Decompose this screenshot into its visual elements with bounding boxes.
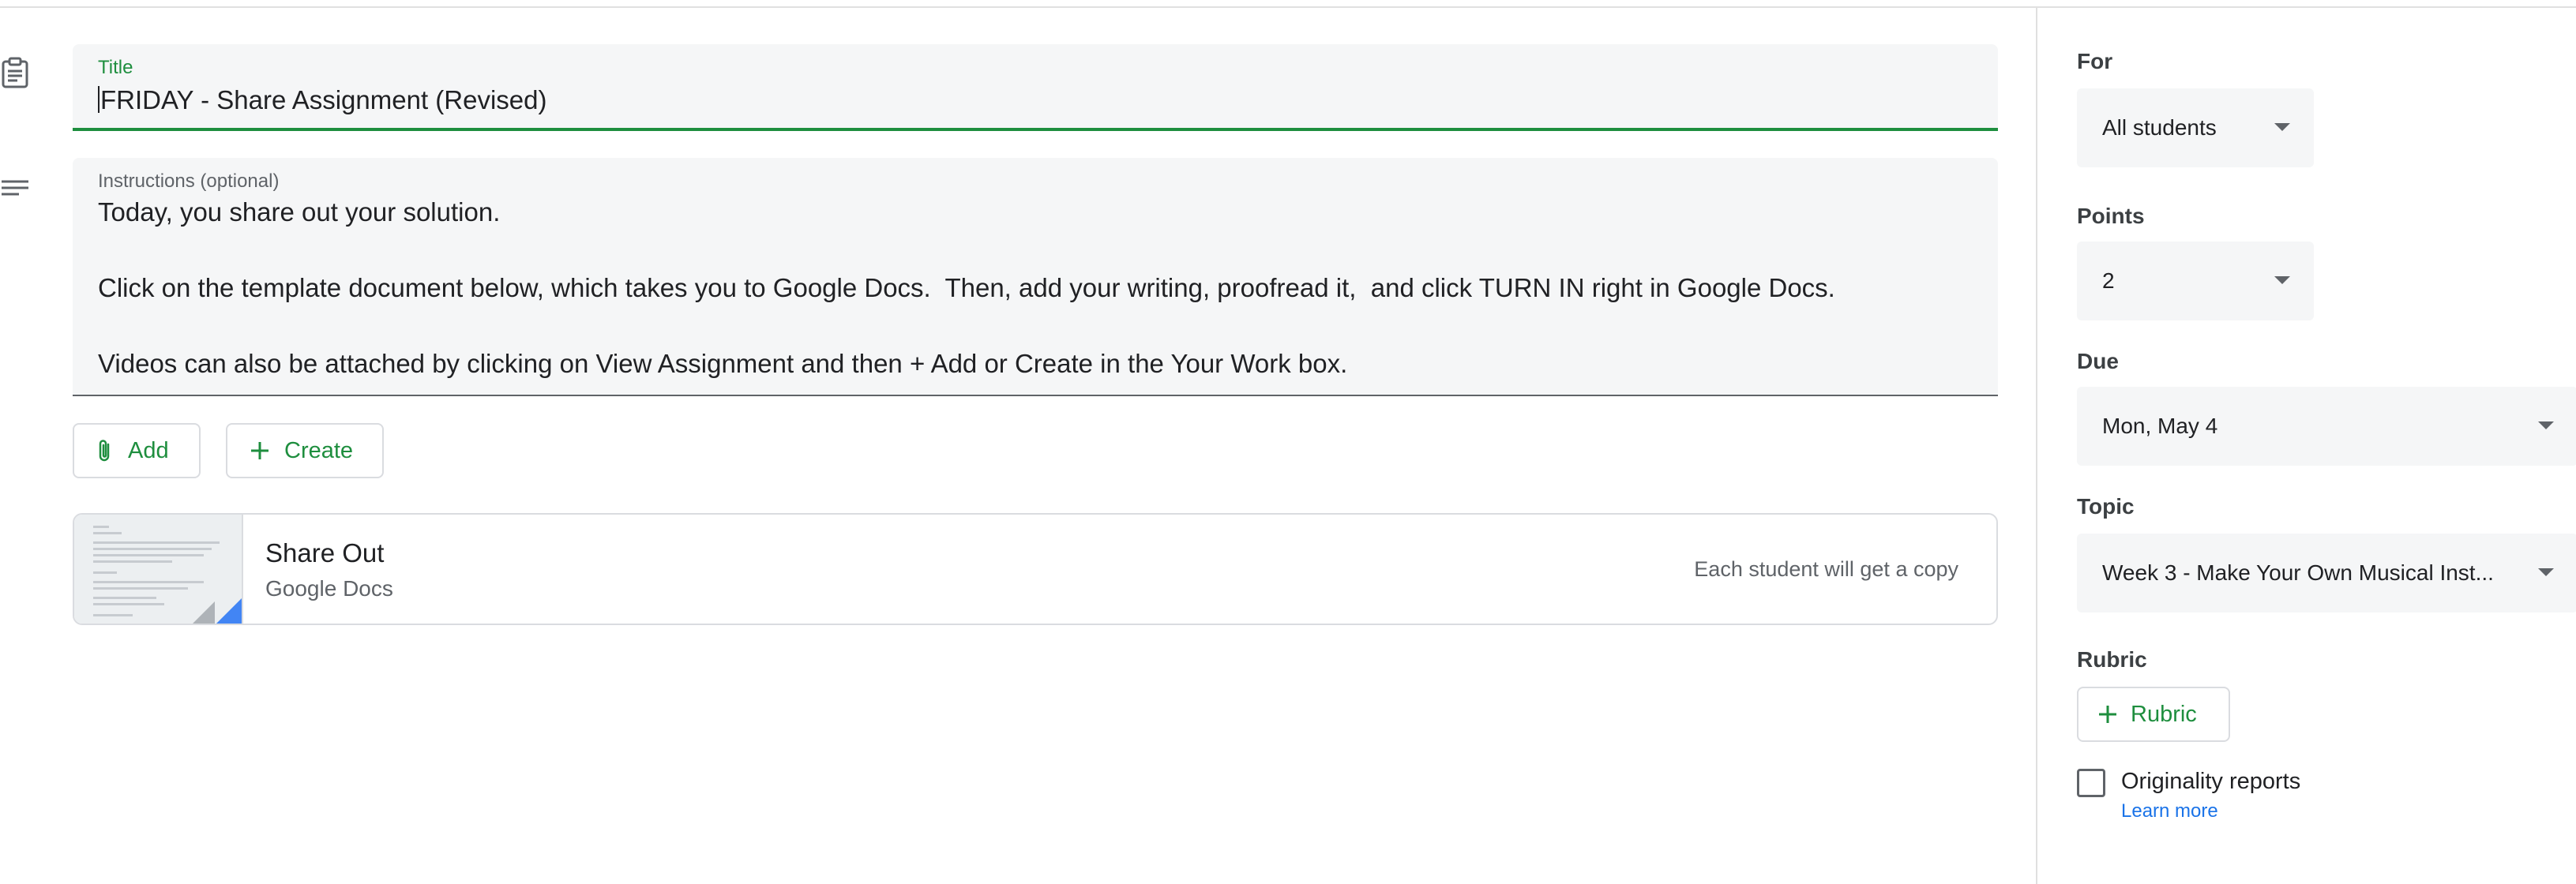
add-rubric-button[interactable]: Rubric [2077,687,2230,742]
add-button[interactable]: Add [73,423,201,478]
dropdown-arrow-icon [2538,568,2554,576]
settings-panel: For All students Points 2 Due Mon, May 4… [2036,6,2576,884]
add-button-label: Add [128,437,169,463]
title-field[interactable]: Title FRIDAY - Share Assignment (Revised… [73,44,1998,131]
due-label: Due [2077,349,2119,373]
instructions-line: Videos can also be attached by clicking … [98,349,1348,378]
dropdown-arrow-icon [2538,421,2554,429]
originality-label: Originality reports [2121,769,2301,794]
assignment-icon [2,57,28,88]
attachment-title[interactable]: Share Out [265,538,384,568]
attachment-copy-option[interactable]: Each student will get a copy [1694,557,1958,582]
dropdown-arrow-icon [2274,123,2290,131]
points-label: Points [2077,204,2145,228]
topic-label: Topic [2077,494,2135,519]
title-label: Title [98,57,133,78]
doc-corner-icon [193,598,242,624]
points-value: 2 [2102,268,2115,293]
for-value: All students [2102,115,2217,140]
plus-icon [2099,706,2116,723]
learn-more-link[interactable]: Learn more [2121,800,2218,822]
instructions-field[interactable]: Instructions (optional) Today, you share… [73,158,1998,396]
attachment-card[interactable]: Share Out Google Docs Each student will … [73,513,1998,625]
plus-icon [251,442,268,459]
rubric-label: Rubric [2077,647,2147,672]
due-select[interactable]: Mon, May 4 [2077,387,2576,466]
topic-value: Week 3 - Make Your Own Musical Inst... [2102,560,2494,585]
originality-checkbox[interactable] [2077,769,2105,797]
instructions-line: Click on the template document below, wh… [98,273,1835,302]
for-label: For [2077,49,2113,73]
notes-icon [2,180,28,196]
points-select[interactable]: 2 [2077,242,2314,320]
instructions-label: Instructions (optional) [98,170,280,192]
document-thumbnail [74,515,243,624]
text-caret [98,86,100,113]
topic-select[interactable]: Week 3 - Make Your Own Musical Inst... [2077,534,2576,612]
attachment-type: Google Docs [265,576,393,601]
title-text: FRIDAY - Share Assignment (Revised) [100,85,547,114]
paperclip-icon [99,440,110,462]
for-select[interactable]: All students [2077,88,2314,167]
title-input[interactable]: FRIDAY - Share Assignment (Revised) [98,85,546,115]
rubric-button-label: Rubric [2131,701,2197,727]
create-button[interactable]: Create [226,423,384,478]
due-value: Mon, May 4 [2102,414,2218,438]
dropdown-arrow-icon [2274,276,2290,284]
instructions-line: Today, you share out your solution. [98,197,501,227]
create-button-label: Create [284,437,354,463]
